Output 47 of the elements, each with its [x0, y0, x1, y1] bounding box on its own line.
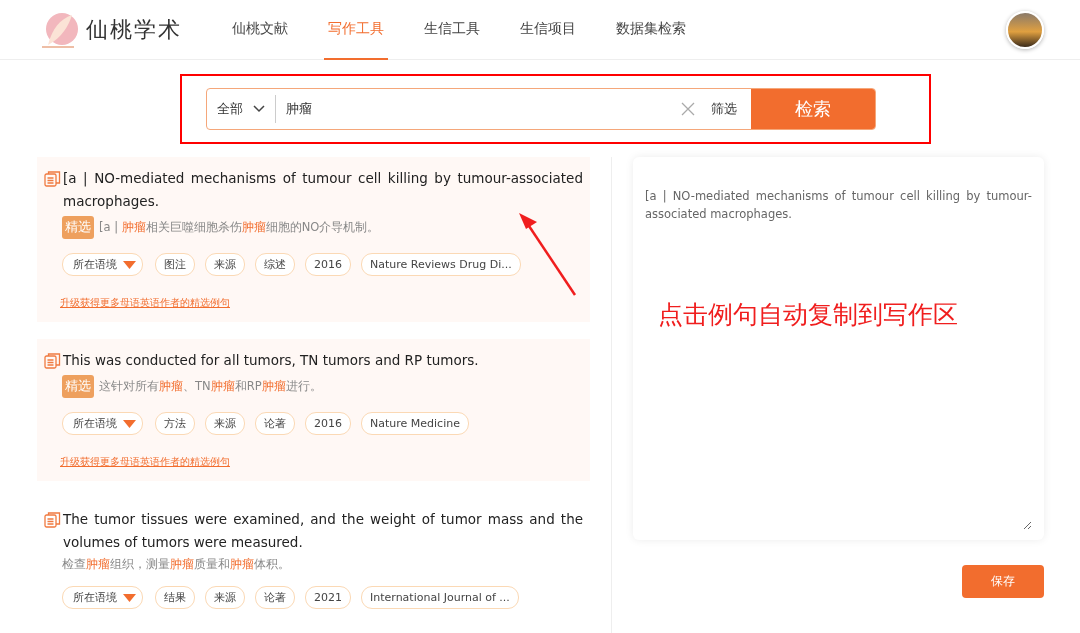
annotation-text: 点击例句自动复制到写作区 — [658, 299, 958, 331]
translation-text: 检查肿瘤组织，测量肿瘤质量和肿瘤体积。 — [62, 557, 290, 572]
tag-chip[interactable]: International Journal of ... — [361, 586, 519, 609]
example-sentence[interactable]: This was conducted for all tumors, TN tumors and RP tumors. — [63, 349, 583, 372]
document-icon[interactable] — [44, 352, 61, 369]
tag-chip[interactable]: 方法 — [155, 412, 195, 435]
example-sentence[interactable]: The tumor tissues were examined, and the weight of tumor mass and the volumes of tumors were measured. — [63, 508, 583, 554]
caret-down-icon — [123, 593, 136, 602]
context-dropdown[interactable]: 所在语境 — [62, 253, 143, 276]
nav-tab[interactable]: 仙桃文献 — [228, 0, 292, 60]
tag-chip[interactable]: 2016 — [305, 412, 351, 435]
nav-tab[interactable]: 生信工具 — [420, 0, 484, 60]
scope-dropdown[interactable]: 全部 — [207, 95, 276, 123]
example-sentence[interactable]: [a | NO-mediated mechanisms of tumour cell killing by tumour-associated macrophages. — [63, 167, 583, 213]
translation-text: 这针对所有肿瘤、TN肿瘤和RP肿瘤进行。 — [99, 379, 322, 394]
context-dropdown[interactable]: 所在语境 — [62, 586, 143, 609]
tag-chip[interactable]: 图注 — [155, 253, 195, 276]
caret-down-icon — [123, 419, 136, 428]
tag-chip[interactable]: 来源 — [205, 412, 245, 435]
chevron-down-icon — [253, 105, 265, 113]
tag-chip[interactable]: Nature Reviews Drug Di... — [361, 253, 521, 276]
tag-chip[interactable]: 结果 — [155, 586, 195, 609]
tag-chip[interactable]: 综述 — [255, 253, 295, 276]
featured-badge: 精选 — [62, 216, 94, 239]
result-card[interactable]: This was conducted for all tumors, TN tumors and RP tumors. 精选 这针对所有肿瘤、TN肿瘤和RP肿瘤进行。 所在语境 方法 来源 论著 2016 Nature Medicine 升级获得更多母语英语作者的精选例句 — [37, 339, 590, 481]
avatar-photo[interactable] — [1006, 10, 1044, 49]
featured-badge: 精选 — [62, 375, 94, 398]
tag-chip[interactable]: Nature Medicine — [361, 412, 469, 435]
document-icon[interactable] — [44, 511, 61, 528]
filter-link[interactable]: 筛选 — [705, 100, 751, 118]
translation-text: [a | 肿瘤相关巨噬细胞杀伤肿瘤细胞的NO介导机制。 — [99, 220, 380, 235]
result-card[interactable]: [a | NO-mediated mechanisms of tumour cell killing by tumour-associated macrophages. 精选 [a | 肿瘤相关巨噬细胞杀伤肿瘤细胞的NO介导机制。 所在语境 图注 来源 综述 2016 Nature Reviews Drug Di... 升级获得更多母语英语作者的精选例句 — [37, 157, 590, 322]
caret-down-icon — [123, 260, 136, 269]
tag-chip[interactable]: 2016 — [305, 253, 351, 276]
result-item[interactable]: The tumor tissues were examined, and the weight of tumor mass and the volumes of tumors were measured. 检查肿瘤组织，测量肿瘤质量和肿瘤体积。 所在语境 结果 来源 论著 2021 International Journal of ... — [37, 498, 590, 621]
tag-chip[interactable]: 2021 — [305, 586, 351, 609]
tag-chip[interactable]: 来源 — [205, 253, 245, 276]
tag-chip[interactable]: 论著 — [255, 412, 295, 435]
tag-chip[interactable]: 来源 — [205, 586, 245, 609]
search-input[interactable]: 肿瘤 — [276, 101, 681, 117]
logo-text: 仙桃学术 — [86, 15, 182, 44]
tag-chip[interactable]: 论著 — [255, 586, 295, 609]
context-dropdown[interactable]: 所在语境 — [62, 412, 143, 435]
close-icon[interactable] — [681, 102, 695, 116]
document-icon[interactable] — [44, 170, 61, 187]
nav-tab[interactable]: 生信项目 — [516, 0, 580, 60]
nav-tab[interactable]: 数据集检索 — [612, 0, 690, 60]
